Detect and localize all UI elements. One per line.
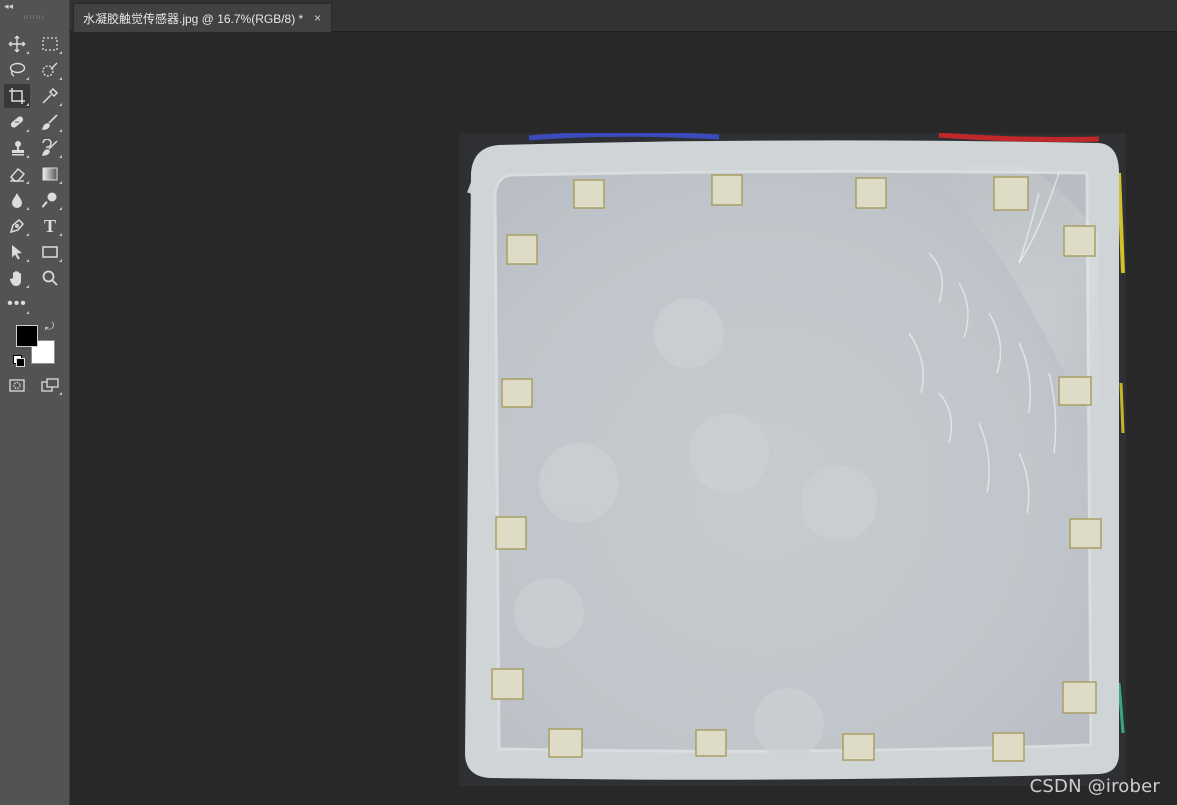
gradient-tool-icon[interactable] xyxy=(37,162,63,186)
eyedropper-tool-icon[interactable] xyxy=(37,84,63,108)
document-tab-title: 水凝胶触觉传感器.jpg @ 16.7%(RGB/8) * xyxy=(83,11,304,26)
zoom-tool-icon[interactable] xyxy=(37,266,63,290)
swap-colors-icon[interactable]: ⤾ xyxy=(45,321,57,333)
type-tool-label: T xyxy=(43,216,56,236)
collapse-panel-icon[interactable]: ◂◂ xyxy=(4,2,13,11)
document-tab[interactable]: 水凝胶触觉传感器.jpg @ 16.7%(RGB/8) * × xyxy=(73,3,332,32)
canvas-area[interactable]: CSDN @irober xyxy=(71,32,1177,805)
screen-mode-icon[interactable] xyxy=(37,373,63,397)
path-selection-tool-icon[interactable] xyxy=(4,240,30,264)
blur-tool-icon[interactable] xyxy=(4,188,30,212)
lasso-tool-icon[interactable] xyxy=(4,58,30,82)
dodge-tool-icon[interactable] xyxy=(37,188,63,212)
pen-tool-icon[interactable] xyxy=(4,214,30,238)
type-tool-icon[interactable]: T xyxy=(37,214,63,238)
history-brush-tool-icon[interactable] xyxy=(37,136,63,160)
close-tab-icon[interactable]: × xyxy=(314,11,321,25)
panel-grip[interactable] xyxy=(24,15,44,19)
marquee-tool-icon[interactable] xyxy=(37,32,63,56)
quick-mask-icon[interactable] xyxy=(4,373,30,397)
watermark-text: CSDN @irober xyxy=(1029,776,1160,797)
brush-tool-icon[interactable] xyxy=(37,110,63,134)
more-tools-icon[interactable]: ••• xyxy=(4,292,30,316)
eraser-tool-icon[interactable] xyxy=(4,162,30,186)
default-colors-icon[interactable] xyxy=(13,355,25,367)
tools-panel: ◂◂ T ••• ⤾ xyxy=(0,0,70,805)
hand-tool-icon[interactable] xyxy=(4,266,30,290)
quick-selection-tool-icon[interactable] xyxy=(37,58,63,82)
document-tab-bar: 水凝胶触觉传感器.jpg @ 16.7%(RGB/8) * × xyxy=(70,0,1177,32)
move-tool-icon[interactable] xyxy=(4,32,30,56)
clone-stamp-tool-icon[interactable] xyxy=(4,136,30,160)
crop-tool-icon[interactable] xyxy=(4,84,30,108)
hydrogel-sensor-photo xyxy=(459,133,1126,786)
rectangle-tool-icon[interactable] xyxy=(37,240,63,264)
foreground-color-swatch[interactable] xyxy=(16,325,38,347)
more-tools-label: ••• xyxy=(7,295,27,312)
healing-brush-tool-icon[interactable] xyxy=(4,110,30,134)
